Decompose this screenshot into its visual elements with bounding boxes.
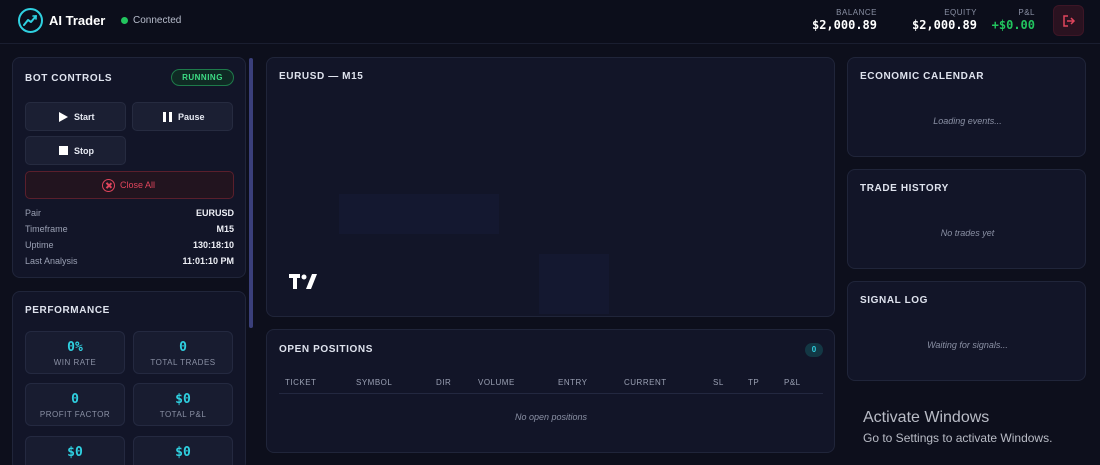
metric-value: $0	[67, 445, 83, 460]
trend-line-icon	[18, 8, 43, 33]
column-header-ticket: TICKET	[285, 378, 317, 387]
column-header-current: CURRENT	[624, 378, 667, 387]
chart-panel: EURUSD — M15	[266, 57, 835, 317]
column-header-symbol: SYMBOL	[356, 378, 393, 387]
column-header-dir: DIR	[436, 378, 452, 387]
info-key: Timeframe	[25, 224, 68, 234]
close-all-label: Close All	[120, 180, 156, 190]
column-header-sl: SL	[713, 378, 724, 387]
stop-button-label: Stop	[74, 146, 94, 156]
info-key: Uptime	[25, 240, 54, 250]
connection-status-text: Connected	[133, 15, 182, 26]
open-positions-panel: OPEN POSITIONS 0 TICKET SYMBOL DIR VOLUM…	[266, 329, 835, 453]
metric-extra-2: $0	[133, 436, 233, 465]
chart-faint-shape	[539, 254, 609, 314]
pause-button-label: Pause	[178, 112, 205, 122]
info-value: EURUSD	[195, 208, 234, 218]
metric-label: TOTAL TRADES	[150, 358, 216, 367]
open-positions-empty-text: No open positions	[514, 412, 588, 422]
equity-value: $2,000.89	[911, 18, 977, 32]
signal-log-panel: SIGNAL LOG Waiting for signals...	[847, 281, 1086, 381]
metric-label: TOTAL P&L	[159, 410, 207, 419]
metric-value: 0	[71, 392, 79, 407]
logout-icon	[1063, 15, 1076, 27]
stop-button[interactable]: Stop	[25, 136, 126, 165]
connection-status-dot-icon	[121, 17, 128, 24]
info-value: 11:01:10 PM	[182, 256, 234, 266]
metric-value: 0%	[67, 340, 83, 355]
pause-icon	[163, 112, 172, 122]
trade-history-panel: TRADE HISTORY No trades yet	[847, 169, 1086, 269]
info-row-pair: Pair EURUSD	[25, 208, 234, 222]
open-positions-title: OPEN POSITIONS	[279, 344, 373, 355]
app-title: AI Trader	[49, 13, 106, 28]
metric-profit-factor: 0 PROFIT FACTOR	[25, 383, 125, 426]
close-circle-icon	[102, 179, 115, 192]
metric-value: $0	[175, 445, 191, 460]
column-header-pnl: P&L	[784, 378, 801, 387]
pnl-stat: P&L +$0.00	[992, 8, 1035, 32]
pnl-value: +$0.00	[991, 18, 1035, 32]
metric-total-trades: 0 TOTAL TRADES	[133, 331, 233, 374]
economic-calendar-empty-text: Loading events...	[933, 116, 1002, 126]
performance-panel: PERFORMANCE 0% WIN RATE 0 TOTAL TRADES 0…	[12, 291, 246, 465]
sidebar-scrollbar[interactable]	[249, 58, 253, 328]
bot-controls-panel: BOT CONTROLS RUNNING Start Pause Stop Cl…	[12, 57, 246, 278]
metric-total-pnl: $0 TOTAL P&L	[133, 383, 233, 426]
economic-calendar-title: ECONOMIC CALENDAR	[860, 71, 985, 82]
balance-label: BALANCE	[836, 8, 877, 17]
metric-value: 0	[179, 340, 187, 355]
open-positions-count-badge: 0	[805, 343, 823, 357]
info-row-timeframe: Timeframe M15	[25, 224, 234, 238]
info-value: 130:18:10	[192, 240, 234, 250]
logout-button[interactable]	[1053, 5, 1084, 36]
play-icon	[59, 112, 68, 122]
trade-history-empty-text: No trades yet	[940, 228, 995, 238]
chart-faint-shape	[339, 194, 499, 234]
bot-status-badge: RUNNING	[171, 69, 234, 86]
tradingview-logo-icon	[289, 274, 317, 289]
start-button[interactable]: Start	[25, 102, 126, 131]
metric-label: WIN RATE	[53, 358, 97, 367]
info-value: M15	[216, 224, 234, 234]
column-header-tp: TP	[748, 378, 760, 387]
info-key: Pair	[25, 208, 42, 218]
info-key: Last Analysis	[25, 256, 78, 266]
signal-log-empty-text: Waiting for signals...	[927, 340, 1008, 350]
bot-controls-title: BOT CONTROLS	[25, 73, 113, 84]
stop-icon	[59, 146, 68, 155]
start-button-label: Start	[74, 112, 95, 122]
table-header-divider	[279, 393, 823, 394]
performance-title: PERFORMANCE	[25, 305, 110, 316]
pnl-label: P&L	[1018, 8, 1035, 17]
metric-win-rate: 0% WIN RATE	[25, 331, 125, 374]
chart-title: EURUSD — M15	[279, 71, 364, 82]
column-header-entry: ENTRY	[558, 378, 588, 387]
metric-value: $0	[175, 392, 191, 407]
info-row-last-analysis: Last Analysis 11:01:10 PM	[25, 256, 234, 270]
trade-history-title: TRADE HISTORY	[860, 183, 949, 194]
pause-button[interactable]: Pause	[132, 102, 233, 131]
price-chart-area[interactable]	[279, 84, 835, 314]
column-header-volume: VOLUME	[478, 378, 515, 387]
info-row-uptime: Uptime 130:18:10	[25, 240, 234, 254]
equity-label: EQUITY	[944, 8, 977, 17]
equity-stat: EQUITY $2,000.89	[912, 8, 977, 32]
signal-log-title: SIGNAL LOG	[860, 295, 929, 306]
economic-calendar-panel: ECONOMIC CALENDAR Loading events...	[847, 57, 1086, 157]
close-all-button[interactable]: Close All	[25, 171, 234, 199]
balance-stat: BALANCE $2,000.89	[812, 8, 877, 32]
metric-label: PROFIT FACTOR	[39, 410, 111, 419]
activate-windows-title: Activate Windows	[863, 409, 990, 426]
balance-value: $2,000.89	[811, 18, 877, 32]
metric-extra-1: $0	[25, 436, 125, 465]
activate-windows-subtitle: Go to Settings to activate Windows.	[863, 431, 1053, 445]
top-bar: AI Trader Connected BALANCE $2,000.89 EQ…	[0, 0, 1100, 44]
